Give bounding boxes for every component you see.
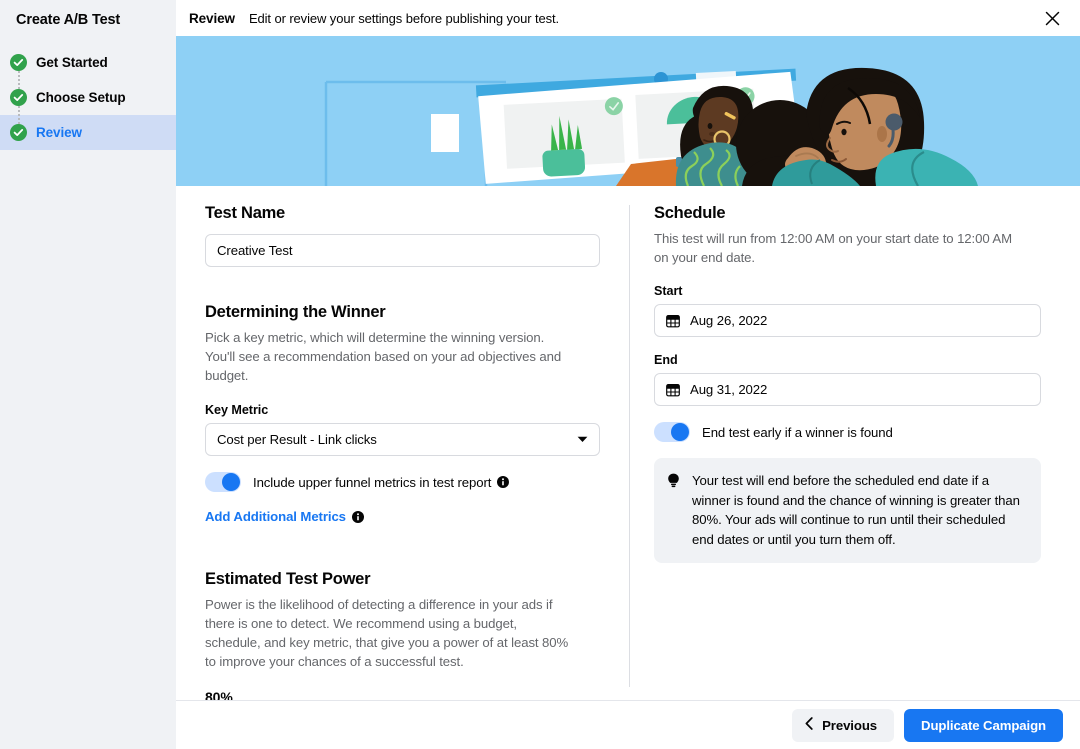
end-date-label: End bbox=[654, 353, 678, 367]
close-icon[interactable] bbox=[1038, 4, 1066, 32]
upper-funnel-toggle-text: Include upper funnel metrics in test rep… bbox=[253, 474, 492, 490]
schedule-notice: Your test will end before the scheduled … bbox=[654, 458, 1041, 563]
schedule-notice-text: Your test will end before the scheduled … bbox=[692, 473, 1020, 547]
sidebar-step-choose-setup[interactable]: Choose Setup bbox=[0, 80, 176, 115]
dialog-footer: Previous Duplicate Campaign bbox=[176, 700, 1080, 749]
determining-winner-heading: Determining the Winner bbox=[205, 303, 386, 321]
sidebar-step-get-started[interactable]: Get Started bbox=[0, 45, 176, 80]
step-connector-2 bbox=[18, 106, 20, 124]
end-date-input[interactable]: Aug 31, 2022 bbox=[654, 373, 1041, 406]
check-circle-icon bbox=[10, 89, 27, 106]
right-column: Schedule This test will run from 12:00 A… bbox=[630, 204, 1080, 705]
test-name-value: Creative Test bbox=[217, 243, 293, 258]
start-date-input[interactable]: Aug 26, 2022 bbox=[654, 304, 1041, 337]
upper-funnel-toggle-label: Include upper funnel metrics in test rep… bbox=[253, 474, 510, 490]
hero-illustration bbox=[176, 36, 1080, 186]
end-early-toggle-row: End test early if a winner is found bbox=[654, 422, 1041, 442]
key-metric-value: Cost per Result - Link clicks bbox=[217, 432, 377, 447]
left-column: Test Name Creative Test Determining the … bbox=[176, 204, 629, 705]
form-content: Test Name Creative Test Determining the … bbox=[176, 186, 1080, 749]
previous-button[interactable]: Previous bbox=[792, 708, 895, 742]
calendar-icon bbox=[666, 314, 680, 328]
dialog-header: Review Edit or review your settings befo… bbox=[176, 0, 1080, 36]
add-additional-metrics-text: Add Additional Metrics bbox=[205, 509, 346, 524]
sidebar-step-review[interactable]: Review bbox=[0, 115, 176, 150]
test-name-input[interactable]: Creative Test bbox=[205, 234, 600, 267]
sidebar: Create A/B Test Get Started Choose Setup bbox=[0, 0, 176, 749]
estimated-power-heading: Estimated Test Power bbox=[205, 570, 371, 588]
end-early-toggle[interactable] bbox=[654, 422, 690, 442]
main-panel: Review Edit or review your settings befo… bbox=[176, 0, 1080, 749]
upper-funnel-toggle[interactable] bbox=[205, 472, 241, 492]
hero-illustration-art bbox=[176, 36, 1080, 186]
chevron-left-icon bbox=[805, 717, 813, 733]
start-date-label: Start bbox=[654, 284, 683, 298]
step-list: Get Started Choose Setup Review bbox=[0, 45, 176, 150]
test-name-heading: Test Name bbox=[205, 204, 285, 222]
toggle-knob bbox=[671, 423, 689, 441]
sidebar-step-label: Review bbox=[36, 125, 82, 140]
sidebar-title: Create A/B Test bbox=[16, 12, 121, 28]
schedule-heading: Schedule bbox=[654, 204, 726, 222]
determining-winner-description: Pick a key metric, which will determine … bbox=[205, 330, 562, 383]
add-additional-metrics-row: Add Additional Metrics bbox=[205, 509, 600, 524]
end-date-value: Aug 31, 2022 bbox=[690, 382, 768, 397]
previous-button-label: Previous bbox=[822, 717, 878, 733]
add-additional-metrics-link[interactable]: Add Additional Metrics bbox=[205, 509, 364, 524]
info-icon[interactable] bbox=[351, 510, 364, 523]
start-date-value: Aug 26, 2022 bbox=[690, 313, 768, 328]
duplicate-campaign-label: Duplicate Campaign bbox=[921, 717, 1046, 733]
step-connector-1 bbox=[18, 71, 20, 89]
estimated-power-description: Power is the likelihood of detecting a d… bbox=[205, 597, 569, 669]
form-columns: Test Name Creative Test Determining the … bbox=[176, 186, 1080, 705]
toggle-knob bbox=[222, 473, 240, 491]
end-early-toggle-label: End test early if a winner is found bbox=[702, 424, 893, 440]
check-circle-icon bbox=[10, 124, 27, 141]
chevron-down-icon bbox=[577, 436, 588, 443]
sidebar-step-label: Get Started bbox=[36, 55, 108, 70]
schedule-description: This test will run from 12:00 AM on your… bbox=[654, 231, 1012, 265]
page-subtitle: Edit or review your settings before publ… bbox=[248, 10, 560, 26]
page-title: Review bbox=[189, 10, 235, 26]
sidebar-step-label: Choose Setup bbox=[36, 90, 126, 105]
duplicate-campaign-button[interactable]: Duplicate Campaign bbox=[904, 708, 1063, 742]
ab-test-dialog: Create A/B Test Get Started Choose Setup bbox=[0, 0, 1080, 749]
lightbulb-icon bbox=[667, 471, 681, 549]
calendar-icon bbox=[666, 383, 680, 397]
info-icon[interactable] bbox=[497, 476, 510, 488]
key-metric-label: Key Metric bbox=[205, 403, 269, 417]
upper-funnel-toggle-row: Include upper funnel metrics in test rep… bbox=[205, 472, 600, 492]
check-circle-icon bbox=[10, 54, 27, 71]
key-metric-select[interactable]: Cost per Result - Link clicks bbox=[205, 423, 600, 456]
